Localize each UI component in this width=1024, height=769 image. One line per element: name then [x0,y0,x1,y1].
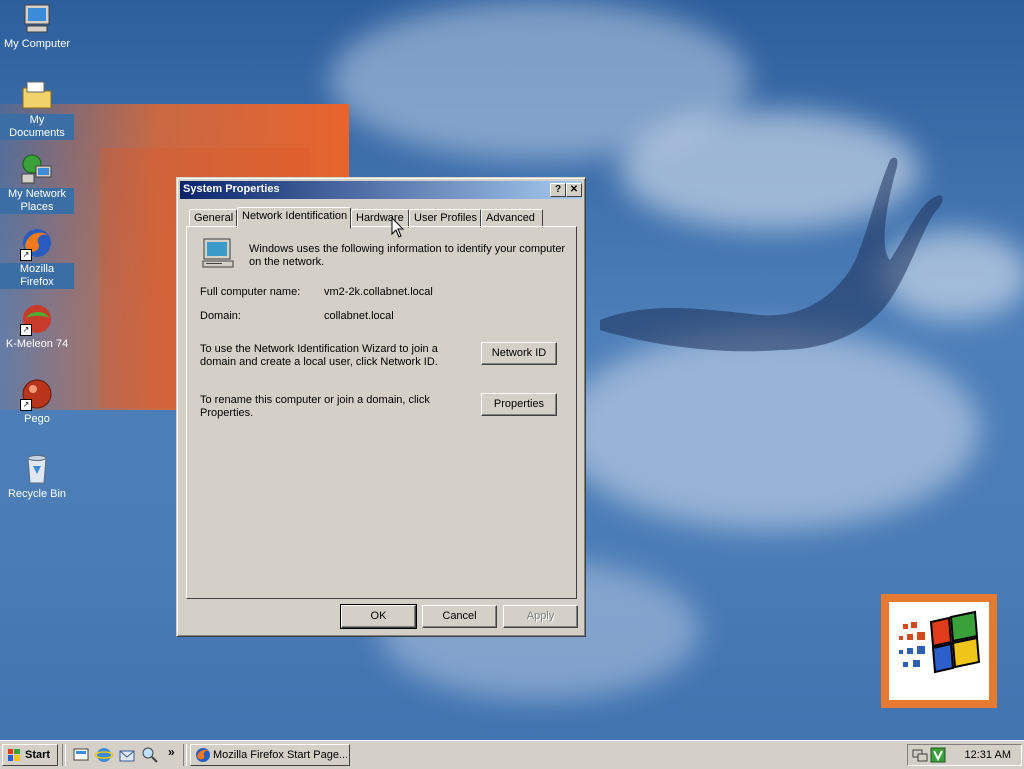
cancel-button[interactable]: Cancel [422,605,497,628]
shortcut-arrow-icon: ↗ [20,399,32,411]
desktop-icon-label: K-Meleon 74 [5,338,69,350]
intro-text-line1: Windows uses the following information t… [249,243,566,255]
windows-flag-icon [8,749,20,761]
desktop-icon-my-documents[interactable]: My Documents [0,78,74,140]
firefox-icon [196,748,210,762]
wizard-text-line1: To use the Network Identification Wizard… [200,343,438,355]
pego-icon: ↗ [20,377,54,411]
search-icon[interactable] [141,746,159,764]
full-computer-name-value: vm2-2k.collabnet.local [324,286,433,298]
desktop-icon-mozilla-firefox[interactable]: ↗ Mozilla Firefox [0,227,74,289]
taskbar-button-label: Mozilla Firefox Start Page... [213,749,349,761]
quicklaunch-overflow-icon[interactable]: » [168,745,175,759]
desktop-icon-my-computer[interactable]: My Computer [0,2,74,51]
intro-text-line2: on the network. [249,256,325,268]
taskbar: Start » Mozilla Firefox Start Page... 12… [0,740,1024,769]
desktop-icon-label: My Computer [3,38,71,50]
desktop-icon-pego[interactable]: ↗ Pego [0,377,74,426]
windows-logo-tile [881,594,997,708]
taskbar-button-firefox[interactable]: Mozilla Firefox Start Page... [190,744,350,766]
dialog-titlebar[interactable]: System Properties ? ✕ [180,181,582,199]
vmware-tools-icon[interactable] [930,747,946,763]
shortcut-arrow-icon: ↗ [20,324,32,336]
network-identification-panel: Windows uses the following information t… [186,226,577,599]
mouse-cursor-icon [391,217,405,238]
wallpaper-diver-silhouette [600,157,943,352]
desktop-icon-label: Recycle Bin [7,488,67,500]
firefox-icon: ↗ [20,227,54,261]
taskbar-divider [62,744,66,766]
shortcut-arrow-icon: ↗ [20,249,32,261]
folder-icon [20,78,54,112]
properties-button[interactable]: Properties [481,393,557,416]
network-icon [20,152,54,186]
desktop-icon-label: Mozilla Firefox [0,263,74,289]
rename-text-line1: To rename this computer or join a domain… [200,394,430,406]
domain-value: collabnet.local [324,310,394,322]
desktop-icon-k-meleon[interactable]: ↗ K-Meleon 74 [0,302,74,351]
apply-button[interactable]: Apply [503,605,578,628]
dialog-title: System Properties [183,183,280,195]
show-desktop-icon[interactable] [72,746,90,764]
help-button[interactable]: ? [550,183,566,197]
full-computer-name-label: Full computer name: [200,286,301,298]
start-label: Start [25,749,51,761]
computer-icon [201,237,235,269]
internet-explorer-icon[interactable] [94,746,114,764]
desktop-icon-my-network-places[interactable]: My Network Places [0,152,74,214]
network-id-button[interactable]: Network ID [481,342,557,365]
taskbar-divider [183,744,187,766]
close-button[interactable]: ✕ [566,183,582,197]
domain-label: Domain: [200,310,241,322]
desktop-icon-label: My Documents [0,114,74,140]
start-button[interactable]: Start [2,744,58,766]
wizard-text-line2: domain and create a local user, click Ne… [200,356,438,368]
system-tray: 12:31 AM [907,744,1022,766]
recycle-bin-icon [20,452,54,486]
clock[interactable]: 12:31 AM [965,745,1011,765]
desktop-icon-label: Pego [24,413,50,425]
desktop-icon-recycle-bin[interactable]: Recycle Bin [0,452,74,501]
system-properties-dialog: System Properties ? ✕ General Network Id… [176,177,586,637]
network-status-icon[interactable] [912,747,928,763]
desktop-icon-label: My Network Places [0,188,74,214]
rename-text-line2: Properties. [200,407,254,419]
outlook-express-icon[interactable] [118,746,136,764]
k-meleon-icon: ↗ [20,302,54,336]
tab-network-identification[interactable]: Network Identification [237,207,351,229]
computer-icon [20,2,54,36]
ok-button[interactable]: OK [340,604,417,629]
